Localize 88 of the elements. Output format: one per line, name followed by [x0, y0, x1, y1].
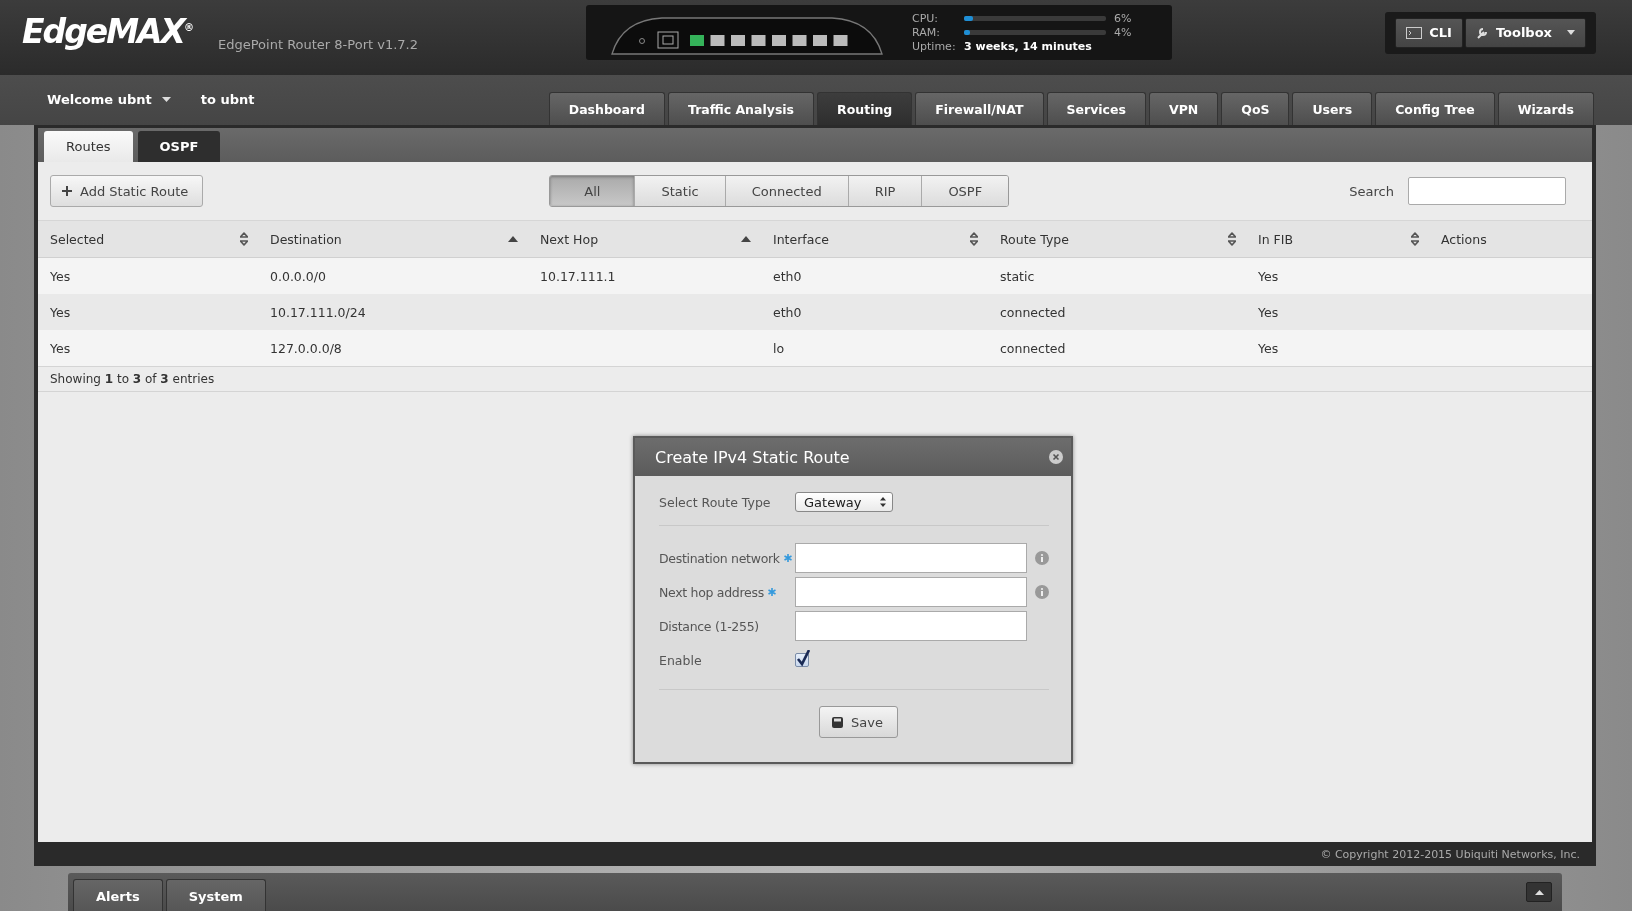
nav-tab[interactable]: Users	[1292, 92, 1373, 125]
table-cell: 10.17.111.0/24	[270, 304, 366, 320]
table-cell: connected	[1000, 304, 1066, 320]
table-cell: Yes	[1258, 304, 1279, 320]
sort-icon	[1411, 232, 1419, 246]
expand-button[interactable]	[1526, 882, 1552, 902]
user-link[interactable]: to ubnt	[200, 91, 255, 107]
bottom-tab[interactable]: System	[165, 879, 266, 911]
table-cell: 0.0.0.0/0	[270, 268, 326, 284]
column-header: In FIB	[1258, 231, 1294, 247]
search-field[interactable]	[1408, 177, 1566, 205]
table-cell: connected	[1000, 340, 1066, 356]
toolbox-button[interactable]: Toolbox	[1464, 17, 1586, 48]
nav-tab[interactable]: VPN	[1148, 92, 1219, 125]
user-menu[interactable]: Welcome ubnt	[47, 91, 171, 107]
meter-reading: 4%	[1114, 25, 1133, 40]
sort-ascending-icon	[741, 236, 751, 242]
select-arrows-icon	[880, 497, 886, 507]
column-header: Selected	[50, 231, 105, 247]
terminal-icon	[1406, 26, 1423, 39]
field-label: Destination network	[659, 550, 780, 566]
nav-tab[interactable]: Dashboard	[548, 92, 665, 125]
uptime-value: 3 weeks, 14 minutes	[964, 39, 1093, 54]
cli-button[interactable]: CLI	[1395, 17, 1463, 48]
column-header: Route Type	[1000, 231, 1069, 247]
save-button[interactable]: Save	[819, 706, 898, 738]
device-model: EdgePoint Router 8-Port v1.7.2	[218, 37, 419, 52]
sort-icon	[970, 232, 978, 246]
table-cell: lo	[773, 340, 785, 356]
column-header: Actions	[1441, 231, 1488, 247]
table-cell: eth0	[773, 304, 802, 320]
nav-tab[interactable]: Services	[1046, 92, 1146, 125]
copyright-text: © Copyright 2012-2015 Ubiquiti Networks, Inc.	[1320, 847, 1580, 861]
field-label: Enable	[659, 652, 702, 668]
uptime-label: Uptime:	[912, 39, 957, 54]
caret-icon	[1567, 30, 1575, 35]
filter-button[interactable]: RIP	[847, 176, 922, 206]
enable-checkbox[interactable]	[795, 653, 809, 667]
route-type-select[interactable]: Gateway	[795, 492, 893, 512]
add-static-route-button[interactable]: Add Static Route	[50, 175, 204, 207]
logo: EdgeMAX$^{®}$	[22, 12, 194, 51]
filter-button[interactable]: Connected	[724, 176, 848, 206]
table-cell: 10.17.111.1	[540, 268, 616, 284]
entries-summary: Showing 1 to 3 of 3 entries	[50, 372, 215, 386]
table-cell: Yes	[1258, 268, 1279, 284]
info-icon[interactable]	[1035, 585, 1049, 599]
nav-tab[interactable]: Traffic Analysis	[668, 92, 815, 125]
caret-up-icon	[1534, 889, 1544, 895]
table-cell: static	[1000, 268, 1035, 284]
meter-reading: 6%	[1114, 11, 1133, 26]
plus-icon	[62, 186, 72, 196]
table-cell: Yes	[50, 340, 71, 356]
field-label: Select Route Type	[659, 494, 772, 510]
close-icon[interactable]	[1049, 450, 1063, 464]
field-label: Distance (1-255)	[659, 618, 759, 634]
wrench-icon	[1475, 26, 1489, 39]
meter-label: CPU:	[912, 11, 940, 26]
nav-tab[interactable]: Routing	[817, 92, 913, 125]
table-cell: 127.0.0.0/8	[270, 340, 342, 356]
field-label: Next hop address	[659, 584, 764, 600]
sub-tab[interactable]: Routes	[44, 131, 133, 162]
filter-button[interactable]: Static	[634, 176, 725, 206]
text-field[interactable]	[795, 577, 1027, 607]
filter-button[interactable]: OSPF	[921, 176, 1009, 206]
meter-label: RAM:	[912, 25, 941, 40]
column-header: Destination	[270, 231, 342, 247]
table-cell: Yes	[1258, 340, 1279, 356]
nav-tab[interactable]: QoS	[1221, 92, 1290, 125]
sort-icon	[1228, 232, 1236, 246]
nav-tab[interactable]: Config Tree	[1375, 92, 1495, 125]
sort-icon	[240, 232, 248, 246]
text-field[interactable]	[795, 611, 1027, 641]
column-header: Next Hop	[540, 231, 599, 247]
table-cell: Yes	[50, 268, 71, 284]
nav-tab[interactable]: Wizards	[1497, 92, 1594, 125]
sub-tab[interactable]: OSPF	[137, 131, 221, 162]
text-field[interactable]	[795, 543, 1027, 573]
filter-button[interactable]: All	[550, 176, 635, 206]
sort-ascending-icon	[508, 236, 518, 242]
table-cell: eth0	[773, 268, 802, 284]
bottom-tab[interactable]: Alerts	[73, 879, 163, 911]
info-icon[interactable]	[1035, 551, 1049, 565]
caret-icon	[161, 96, 171, 102]
column-header: Interface	[773, 231, 829, 247]
nav-tab[interactable]: Firewall/NAT	[915, 92, 1044, 125]
dialog-title: Create IPv4 Static Route	[655, 447, 850, 467]
table-cell: Yes	[50, 304, 71, 320]
search-label: Search	[1349, 183, 1394, 199]
